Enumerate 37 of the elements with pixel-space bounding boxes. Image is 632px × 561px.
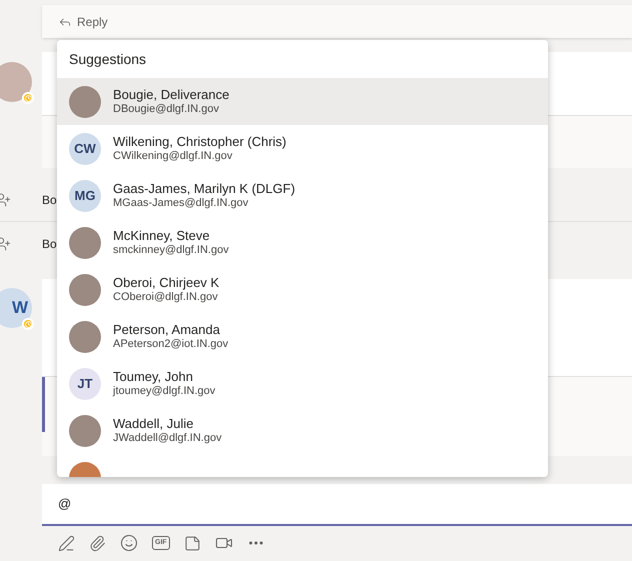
person-email: CWilkening@dlgf.IN.gov — [113, 150, 234, 164]
suggestion-item[interactable]: McKinney, Steve smckinney@dlgf.IN.gov — [57, 219, 548, 266]
person-name: Wilkening, Christopher (Chris) — [113, 134, 286, 150]
person-email: JWaddell@dlgf.IN.gov — [113, 432, 222, 446]
format-icon[interactable] — [58, 534, 75, 552]
person-name: Bougie, Deliverance — [113, 86, 230, 103]
sticker-icon[interactable] — [184, 534, 201, 552]
activity-text: Bo — [42, 192, 57, 208]
reply-bar[interactable]: Reply — [42, 5, 632, 38]
suggestion-item[interactable]: CW Wilkening, Christopher (Chris) CWilkening@dlgf.IN.gov — [57, 125, 548, 172]
person-email: APeterson2@iot.IN.gov — [113, 338, 228, 352]
person-email: COberoi@dlgf.IN.gov — [113, 290, 219, 304]
avatar-initials: MG — [69, 180, 101, 212]
avatar-initials: CW — [69, 132, 101, 164]
smiley-icon[interactable] — [120, 534, 138, 552]
popup-title: Suggestions — [69, 50, 146, 69]
person-name: Oberoi, Chirjeev K — [113, 274, 220, 291]
avatar-initials: JT — [69, 368, 101, 400]
suggestion-item[interactable]: Oberoi, Chirjeev K COberoi@dlgf.IN.gov — [57, 266, 548, 313]
message-input-field[interactable]: @ — [42, 484, 632, 526]
person-email: smckinney@dlgf.IN.gov — [113, 244, 229, 258]
avatar-initials: W — [0, 288, 32, 328]
paperclip-icon[interactable] — [89, 534, 106, 552]
person-email: jtoumey@dlgf.IN.gov — [113, 384, 216, 398]
person-name: Waddell, Julie — [113, 416, 194, 432]
activity-text: Bo — [42, 236, 57, 253]
suggestion-item[interactable]: Peterson, Amanda APeterson2@iot.IN.gov — [57, 313, 548, 360]
suggestion-item[interactable]: Waddell, Julie JWaddell@dlgf.IN.gov — [57, 407, 548, 454]
person-email: DBougie@dlgf.IN.gov — [113, 102, 220, 116]
suggestion-item[interactable]: JT Toumey, John jtoumey@dlgf.IN.gov — [57, 360, 548, 407]
person-name: McKinney, Steve — [113, 228, 211, 244]
person-name: Toumey, John — [113, 368, 194, 385]
suggestion-item[interactable]: MG Gaas-James, Marilyn K (DLGF) MGaas-James@dlgf.IN.gov — [57, 172, 548, 219]
person-name: Peterson, Amanda — [113, 322, 221, 338]
person-name: Gaas-James, Marilyn K (DLGF) — [113, 180, 296, 197]
person-email: MGaas-James@dlgf.IN.gov — [113, 196, 250, 210]
suggestion-item[interactable]: Bougie, Deliverance DBougie@dlgf.IN.gov — [57, 78, 548, 125]
